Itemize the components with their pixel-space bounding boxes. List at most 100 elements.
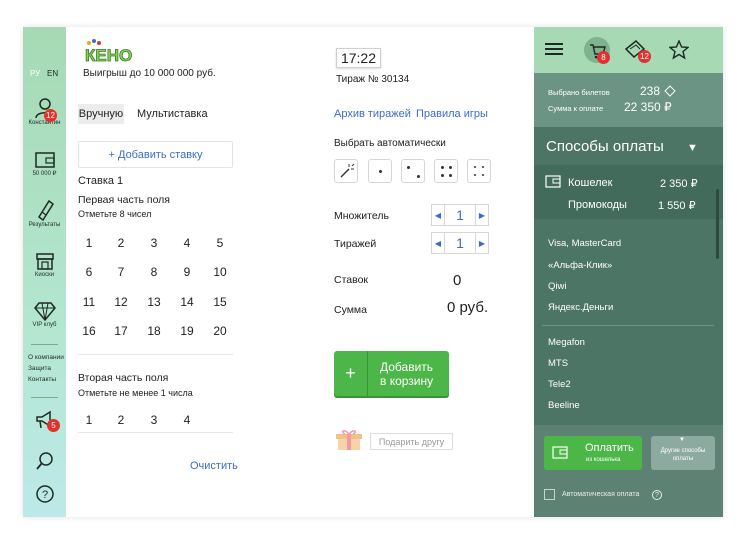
- auto-pick-2[interactable]: [401, 159, 425, 183]
- other-line2: оплаты: [672, 456, 694, 462]
- sidebar-item-results[interactable]: Результаты: [23, 199, 66, 228]
- gift-button[interactable]: Подарить другу: [370, 433, 453, 450]
- number-cell[interactable]: 3: [144, 413, 164, 427]
- number-cell[interactable]: 3: [144, 236, 164, 250]
- sum-value: 0 руб.: [447, 299, 489, 316]
- auto-pick-6[interactable]: [467, 159, 491, 183]
- star-icon[interactable]: [669, 40, 689, 60]
- sidebar-link-about[interactable]: О компании: [28, 354, 64, 361]
- number-cell[interactable]: 17: [111, 324, 131, 338]
- multiplier-value[interactable]: 1: [445, 204, 475, 226]
- number-cell[interactable]: 18: [144, 324, 164, 338]
- number-cell[interactable]: 15: [210, 295, 230, 309]
- mobile-tele2[interactable]: Tele2: [548, 379, 571, 390]
- method-card[interactable]: Visa, MasterCard: [548, 238, 621, 249]
- magic-wand-icon: [340, 163, 355, 178]
- sidebar-search[interactable]: [23, 451, 66, 471]
- lang-en[interactable]: EN: [47, 69, 58, 78]
- number-cell[interactable]: 2: [111, 236, 131, 250]
- method-yandex[interactable]: Яндекс.Деньги: [548, 302, 613, 313]
- menu-icon[interactable]: [545, 42, 563, 56]
- number-cell[interactable]: 5: [210, 236, 230, 250]
- sum-label: Сумма: [334, 304, 367, 316]
- auto-pick-title: Выбрать автоматически: [334, 138, 446, 149]
- number-cell[interactable]: 11: [79, 295, 99, 309]
- number-cell[interactable]: 1: [79, 413, 99, 427]
- number-cell[interactable]: 4: [177, 236, 197, 250]
- draws-value[interactable]: 1: [445, 232, 475, 254]
- chevron-down-icon[interactable]: ▼: [687, 142, 698, 154]
- number-cell[interactable]: 14: [177, 295, 197, 309]
- number-cell[interactable]: 12: [111, 295, 131, 309]
- auto-pay-label: Автоматическая оплата: [562, 491, 640, 498]
- draws-decrease[interactable]: ◀: [431, 232, 445, 254]
- add-to-cart-button[interactable]: + Добавить в корзину: [334, 351, 449, 396]
- auto-pick-1[interactable]: [368, 159, 392, 183]
- method-alfa[interactable]: «Альфа-Клик»: [548, 260, 612, 271]
- wallet-button-icon: [552, 446, 568, 459]
- auto-pay-checkbox[interactable]: [544, 489, 555, 500]
- mobile-beeline[interactable]: Beeline: [548, 400, 580, 411]
- multiplier-label: Множитель: [334, 210, 389, 222]
- number-cell[interactable]: 9: [177, 265, 197, 279]
- mobile-megafon[interactable]: Megafon: [548, 337, 585, 348]
- mobile-mts[interactable]: MTS: [548, 358, 568, 369]
- number-cell[interactable]: 8: [144, 265, 164, 279]
- number-cell[interactable]: 6: [79, 265, 99, 279]
- number-cell[interactable]: 16: [79, 324, 99, 338]
- cart-button[interactable]: 8: [584, 37, 610, 64]
- sidebar-item-wallet[interactable]: 50 000 ₽: [23, 151, 66, 177]
- number-cell[interactable]: 2: [111, 413, 131, 427]
- user-badge: 12: [44, 109, 57, 122]
- rules-link[interactable]: Правила игры: [416, 108, 488, 120]
- number-cell[interactable]: 1: [79, 236, 99, 250]
- sidebar-link-contacts[interactable]: Контакты: [28, 376, 56, 383]
- number-cell[interactable]: 7: [111, 265, 131, 279]
- sidebar-item-promo[interactable]: 5: [23, 410, 66, 432]
- promo-label[interactable]: Промокоды: [568, 199, 627, 211]
- cart-summary: Выбрано билетов 238 Сумма к оплате 22 35…: [534, 73, 723, 127]
- sidebar-item-user[interactable]: Константин 12: [23, 97, 66, 126]
- payment-title[interactable]: Способы оплаты: [546, 138, 664, 155]
- auto-pick-random[interactable]: [334, 159, 358, 183]
- sidebar-results-label: Результаты: [28, 222, 61, 228]
- lang-ru[interactable]: РУ: [30, 69, 40, 78]
- total-label: Сумма к оплате: [548, 104, 604, 113]
- draw-number: Тираж № 30134: [336, 74, 410, 85]
- tab-multibet[interactable]: Мультиставка: [137, 108, 208, 120]
- tab-manual[interactable]: Вручную: [78, 104, 124, 124]
- auto-pay-help-icon[interactable]: ?: [652, 490, 662, 500]
- scrollbar[interactable]: [716, 189, 719, 259]
- add-bet-button[interactable]: + Добавить ставку: [78, 141, 233, 168]
- multiplier-decrease[interactable]: ◀: [431, 204, 445, 226]
- number-cell[interactable]: 19: [177, 324, 197, 338]
- grid-divider: [78, 354, 233, 355]
- sidebar-item-kiosks[interactable]: Киоски: [23, 251, 66, 278]
- sidebar-item-vip[interactable]: VIP клуб: [23, 301, 66, 328]
- sidebar-kiosks-label: Киоски: [34, 272, 55, 278]
- other-chevron-icon: ▼: [679, 437, 685, 443]
- number-cell[interactable]: 10: [210, 265, 230, 279]
- logo-text: КЕНО: [85, 46, 132, 65]
- wallet-label[interactable]: Кошелек: [568, 177, 612, 189]
- ticket-icon: [37, 199, 54, 221]
- sidebar-help[interactable]: ?: [23, 484, 66, 504]
- pay-wallet-button[interactable]: Оплатить из кошелька: [544, 436, 642, 470]
- method-qiwi[interactable]: Qiwi: [548, 281, 566, 292]
- number-cell[interactable]: 4: [177, 413, 197, 427]
- selected-value: 238: [640, 84, 661, 98]
- part1-hint: Отметьте 8 чисел: [78, 209, 152, 219]
- svg-text:?: ?: [41, 489, 47, 501]
- number-cell[interactable]: 13: [144, 295, 164, 309]
- sidebar-link-protection[interactable]: Защита: [28, 365, 51, 372]
- other-methods-button[interactable]: ▼ Другие способы оплаты: [651, 436, 715, 470]
- wallet-value: 2 350 ₽: [660, 178, 698, 190]
- cart-toolbar: 8 12: [534, 27, 723, 73]
- number-cell[interactable]: 20: [210, 324, 230, 338]
- auto-pick-4[interactable]: [434, 159, 458, 183]
- archive-link[interactable]: Архив тиражей: [334, 108, 411, 120]
- multiplier-increase[interactable]: ▶: [475, 204, 489, 226]
- draws-increase[interactable]: ▶: [475, 232, 489, 254]
- clear-button[interactable]: Очистить: [190, 460, 238, 472]
- sidebar-divider: [31, 397, 58, 398]
